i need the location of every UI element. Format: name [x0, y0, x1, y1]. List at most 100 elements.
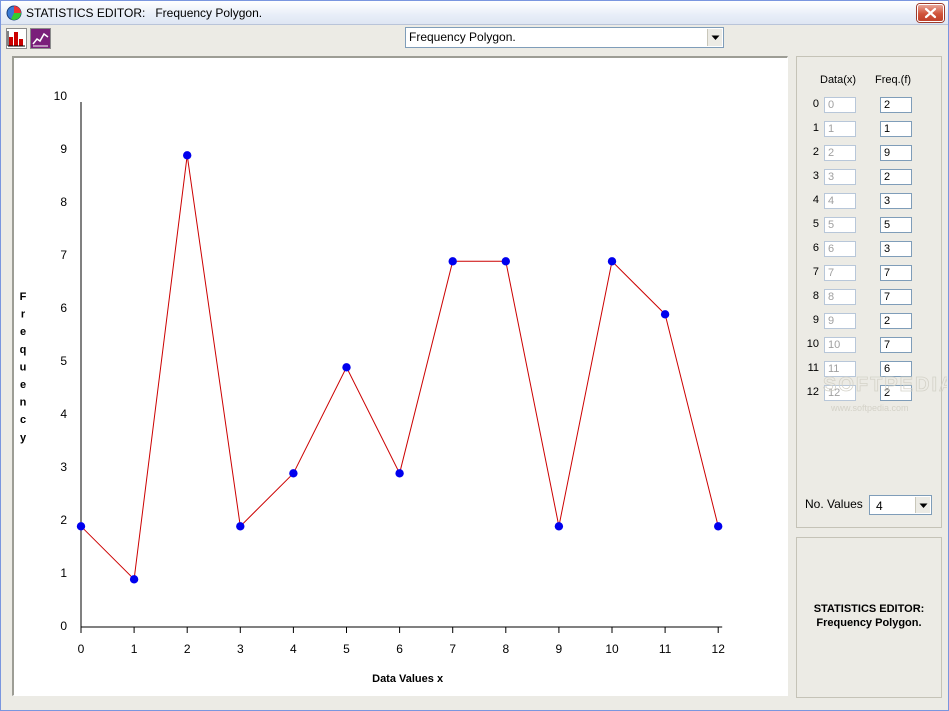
y-tick-label: 3: [60, 460, 67, 474]
freq-f-cell[interactable]: 7: [880, 337, 912, 353]
y-axis-label-letter: u: [20, 361, 27, 373]
y-axis-label-letter: e: [20, 326, 26, 338]
row-index: 2: [812, 146, 819, 158]
close-button[interactable]: [917, 4, 944, 22]
row-index: 1: [812, 122, 819, 134]
no-values-select[interactable]: 4: [869, 495, 932, 515]
y-axis-label-letter: e: [20, 379, 26, 391]
y-axis-label-letter: y: [20, 432, 27, 444]
info-line-2: Frequency Polygon.: [816, 617, 922, 629]
row-index: 11: [807, 362, 819, 374]
freq-f-cell[interactable]: 3: [880, 193, 912, 209]
x-tick-label: 2: [184, 642, 191, 656]
data-point: [607, 257, 617, 266]
data-point: [183, 151, 192, 160]
data-x-cell[interactable]: 9: [824, 313, 856, 329]
no-values-dropdown-button[interactable]: [915, 497, 930, 513]
freq-f-cell[interactable]: 7: [880, 265, 912, 281]
line-chart-icon: [31, 29, 50, 48]
data-points: [76, 151, 723, 584]
data-point: [289, 469, 298, 478]
data-point: [448, 257, 457, 266]
x-tick-label: 12: [712, 642, 726, 656]
y-axis-label-letter: q: [20, 344, 27, 356]
data-point: [342, 363, 351, 372]
freq-f-cell[interactable]: 3: [880, 241, 912, 257]
freq-f-cell[interactable]: 9: [880, 145, 912, 161]
y-tick-label: 4: [60, 407, 67, 421]
data-point: [236, 522, 245, 531]
info-line-1: STATISTICS EDITOR:: [813, 603, 925, 615]
title-bar: STATISTICS EDITOR: Frequency Polygon.: [1, 1, 948, 25]
row-index: 12: [806, 386, 819, 398]
y-tick-label: 2: [60, 513, 67, 527]
frequency-line: [80, 155, 719, 581]
y-axis-label: Frequency: [20, 291, 27, 444]
x-tick-label: 4: [290, 642, 297, 656]
freq-f-cell[interactable]: 6: [880, 361, 912, 377]
row-index: 0: [812, 98, 819, 110]
x-tick-label: 11: [659, 642, 672, 656]
row-index: 4: [812, 194, 819, 206]
data-point: [395, 469, 404, 478]
x-tick-label: 7: [449, 642, 456, 656]
y-tick-label: 7: [60, 248, 67, 262]
y-axis-label-letter: F: [20, 291, 27, 303]
freq-f-header: Freq.(f): [875, 74, 912, 86]
data-point: [554, 522, 564, 531]
app-window: STATISTICS EDITOR: Frequency Polygon. Fr…: [0, 0, 949, 711]
close-icon: [924, 7, 937, 19]
data-x-cell[interactable]: 8: [824, 289, 856, 305]
row-index: 6: [812, 242, 819, 254]
chart-type-dropdown-button[interactable]: [707, 29, 722, 46]
y-tick-label: 9: [60, 142, 67, 156]
x-tick-label: 8: [502, 642, 509, 656]
y-axis-label-letter: n: [20, 397, 27, 409]
y-axis-label-letter: r: [21, 309, 26, 321]
freq-f-cell[interactable]: 7: [880, 289, 912, 305]
x-tick-label: 0: [78, 642, 85, 656]
data-point: [660, 310, 670, 319]
data-x-cell[interactable]: 12: [824, 385, 856, 401]
chart-type-select[interactable]: Frequency Polygon.: [405, 27, 724, 48]
freq-f-cell[interactable]: 2: [880, 313, 912, 329]
no-values-label: No. Values: [805, 497, 863, 511]
freq-f-cell[interactable]: 5: [880, 217, 912, 233]
y-tick-label: 6: [60, 301, 67, 315]
data-x-cell[interactable]: 11: [824, 361, 856, 377]
info-panel: STATISTICS EDITOR: Frequency Polygon.: [796, 537, 942, 698]
data-point: [129, 575, 139, 584]
x-tick-label: 5: [343, 642, 350, 656]
line-chart-button[interactable]: [30, 28, 51, 49]
data-x-cell[interactable]: 4: [824, 193, 856, 209]
data-x-cell[interactable]: 6: [824, 241, 856, 257]
y-tick-label: 10: [54, 89, 68, 103]
y-tick-label: 1: [60, 566, 67, 580]
toolbar: Frequency Polygon.: [1, 25, 948, 53]
freq-f-cell[interactable]: 2: [880, 385, 912, 401]
chart-type-select-value: Frequency Polygon.: [409, 30, 516, 44]
row-index: 9: [812, 314, 819, 326]
y-tick-label: 8: [60, 195, 67, 209]
data-x-cell[interactable]: 7: [824, 265, 856, 281]
chevron-down-icon: [711, 35, 720, 40]
data-x-cell[interactable]: 3: [824, 169, 856, 185]
row-index: 3: [812, 170, 819, 182]
window-title: STATISTICS EDITOR: Frequency Polygon.: [26, 6, 263, 20]
bar-chart-button[interactable]: [6, 28, 27, 49]
freq-f-cell[interactable]: 1: [880, 121, 912, 137]
app-icon: [6, 5, 22, 21]
data-x-header: Data(x): [820, 74, 857, 86]
data-x-cell[interactable]: 2: [824, 145, 856, 161]
data-x-cell[interactable]: 1: [824, 121, 856, 137]
data-x-cell[interactable]: 5: [824, 217, 856, 233]
data-x-cell[interactable]: 0: [824, 97, 856, 113]
data-point: [76, 522, 86, 531]
data-table-panel: Data(x) Freq.(f) 00211122933244355566377…: [796, 56, 942, 528]
x-axis-ticks: 0 1 2 3 4 5 6 7 8 9 10 11 12: [78, 627, 726, 656]
y-axis-ticks: 0 1 2 3 4 5 6 7 8 9 10: [54, 89, 68, 633]
freq-f-cell[interactable]: 2: [880, 169, 912, 185]
x-tick-label: 6: [396, 642, 403, 656]
data-x-cell[interactable]: 10: [824, 337, 856, 353]
freq-f-cell[interactable]: 2: [880, 97, 912, 113]
